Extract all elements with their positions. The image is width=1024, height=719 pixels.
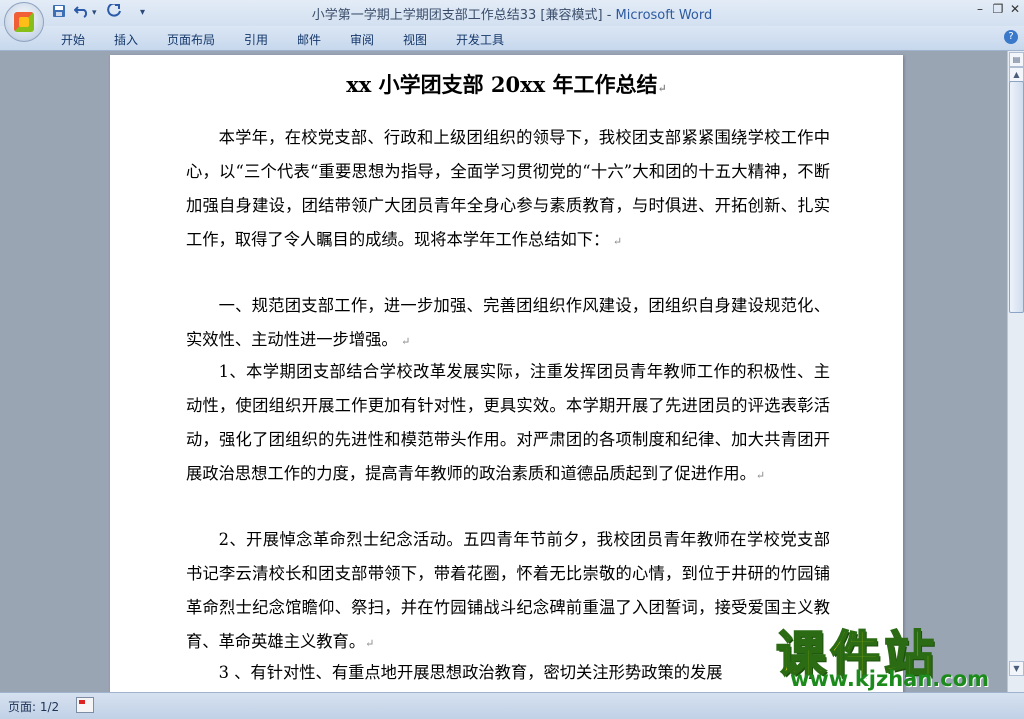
paragraph: 一、规范团支部工作，进一步加强、完善团组织作风建设，团组织自身建设规范化、实效性…	[186, 296, 830, 349]
tab-home[interactable]: 开始	[61, 31, 85, 48]
office-button[interactable]	[4, 2, 44, 42]
help-icon[interactable]: ?	[1004, 30, 1018, 44]
scroll-thumb[interactable]	[1009, 81, 1024, 313]
paragraph: 1、本学期团支部结合学校改革发展实际，注重发挥团员青年教师工作的积极性、主动性，…	[186, 362, 830, 483]
office-logo-icon	[14, 12, 34, 32]
window-title: 小学第一学期上学期团支部工作总结33 [兼容模式] - Microsoft Wo…	[311, 8, 713, 23]
close-button[interactable]: ✕	[1005, 2, 1024, 16]
tab-insert[interactable]: 插入	[114, 31, 138, 48]
tab-references[interactable]: 引用	[244, 31, 268, 48]
watermark-url: www.kjzhan.com	[790, 667, 990, 691]
paragraph: 本学年，在校党支部、行政和上级团组织的领导下，我校团支部紧紧围绕学校工作中心，以…	[186, 128, 830, 249]
document-area[interactable]: xx 小学团支部 20xx 年工作总结↵ 本学年，在校党支部、行政和上级团组织的…	[0, 51, 1007, 692]
document-page[interactable]: xx 小学团支部 20xx 年工作总结↵ 本学年，在校党支部、行政和上级团组织的…	[110, 55, 903, 692]
proofing-icon[interactable]	[76, 697, 94, 713]
ruler-toggle-icon[interactable]: ▤	[1009, 52, 1024, 67]
tab-view[interactable]: 视图	[403, 31, 427, 48]
tab-page-layout[interactable]: 页面布局	[167, 31, 215, 48]
page-count[interactable]: 页面: 1/2	[8, 698, 59, 715]
ribbon-tabs: 开始 插入 页面布局 引用 邮件 审阅 视图 开发工具 ?	[0, 26, 1024, 51]
status-bar: 页面: 1/2	[0, 692, 1024, 719]
tab-mailings[interactable]: 邮件	[297, 31, 321, 48]
watermark: 课件站 www.kjzhan.com	[770, 615, 1020, 695]
document-title: xx 小学团支部 20xx 年工作总结↵	[346, 72, 667, 97]
tab-developer[interactable]: 开发工具	[456, 31, 504, 48]
title-bar: ▾ ▾ 小学第一学期上学期团支部工作总结33 [兼容模式] - Microsof…	[0, 0, 1024, 42]
vertical-scrollbar[interactable]: ▤ ▲ ▼	[1007, 51, 1024, 692]
minimize-button[interactable]: –	[970, 2, 990, 16]
scroll-up-icon[interactable]: ▲	[1009, 67, 1024, 82]
paragraph: 2、开展悼念革命烈士纪念活动。五四青年节前夕，我校团员青年教师在学校党支部书记李…	[186, 530, 830, 651]
tab-review[interactable]: 审阅	[350, 31, 374, 48]
paragraph: 3 、有针对性、有重点地开展思想政治教育，密切关注形势政策的发展	[218, 663, 723, 682]
